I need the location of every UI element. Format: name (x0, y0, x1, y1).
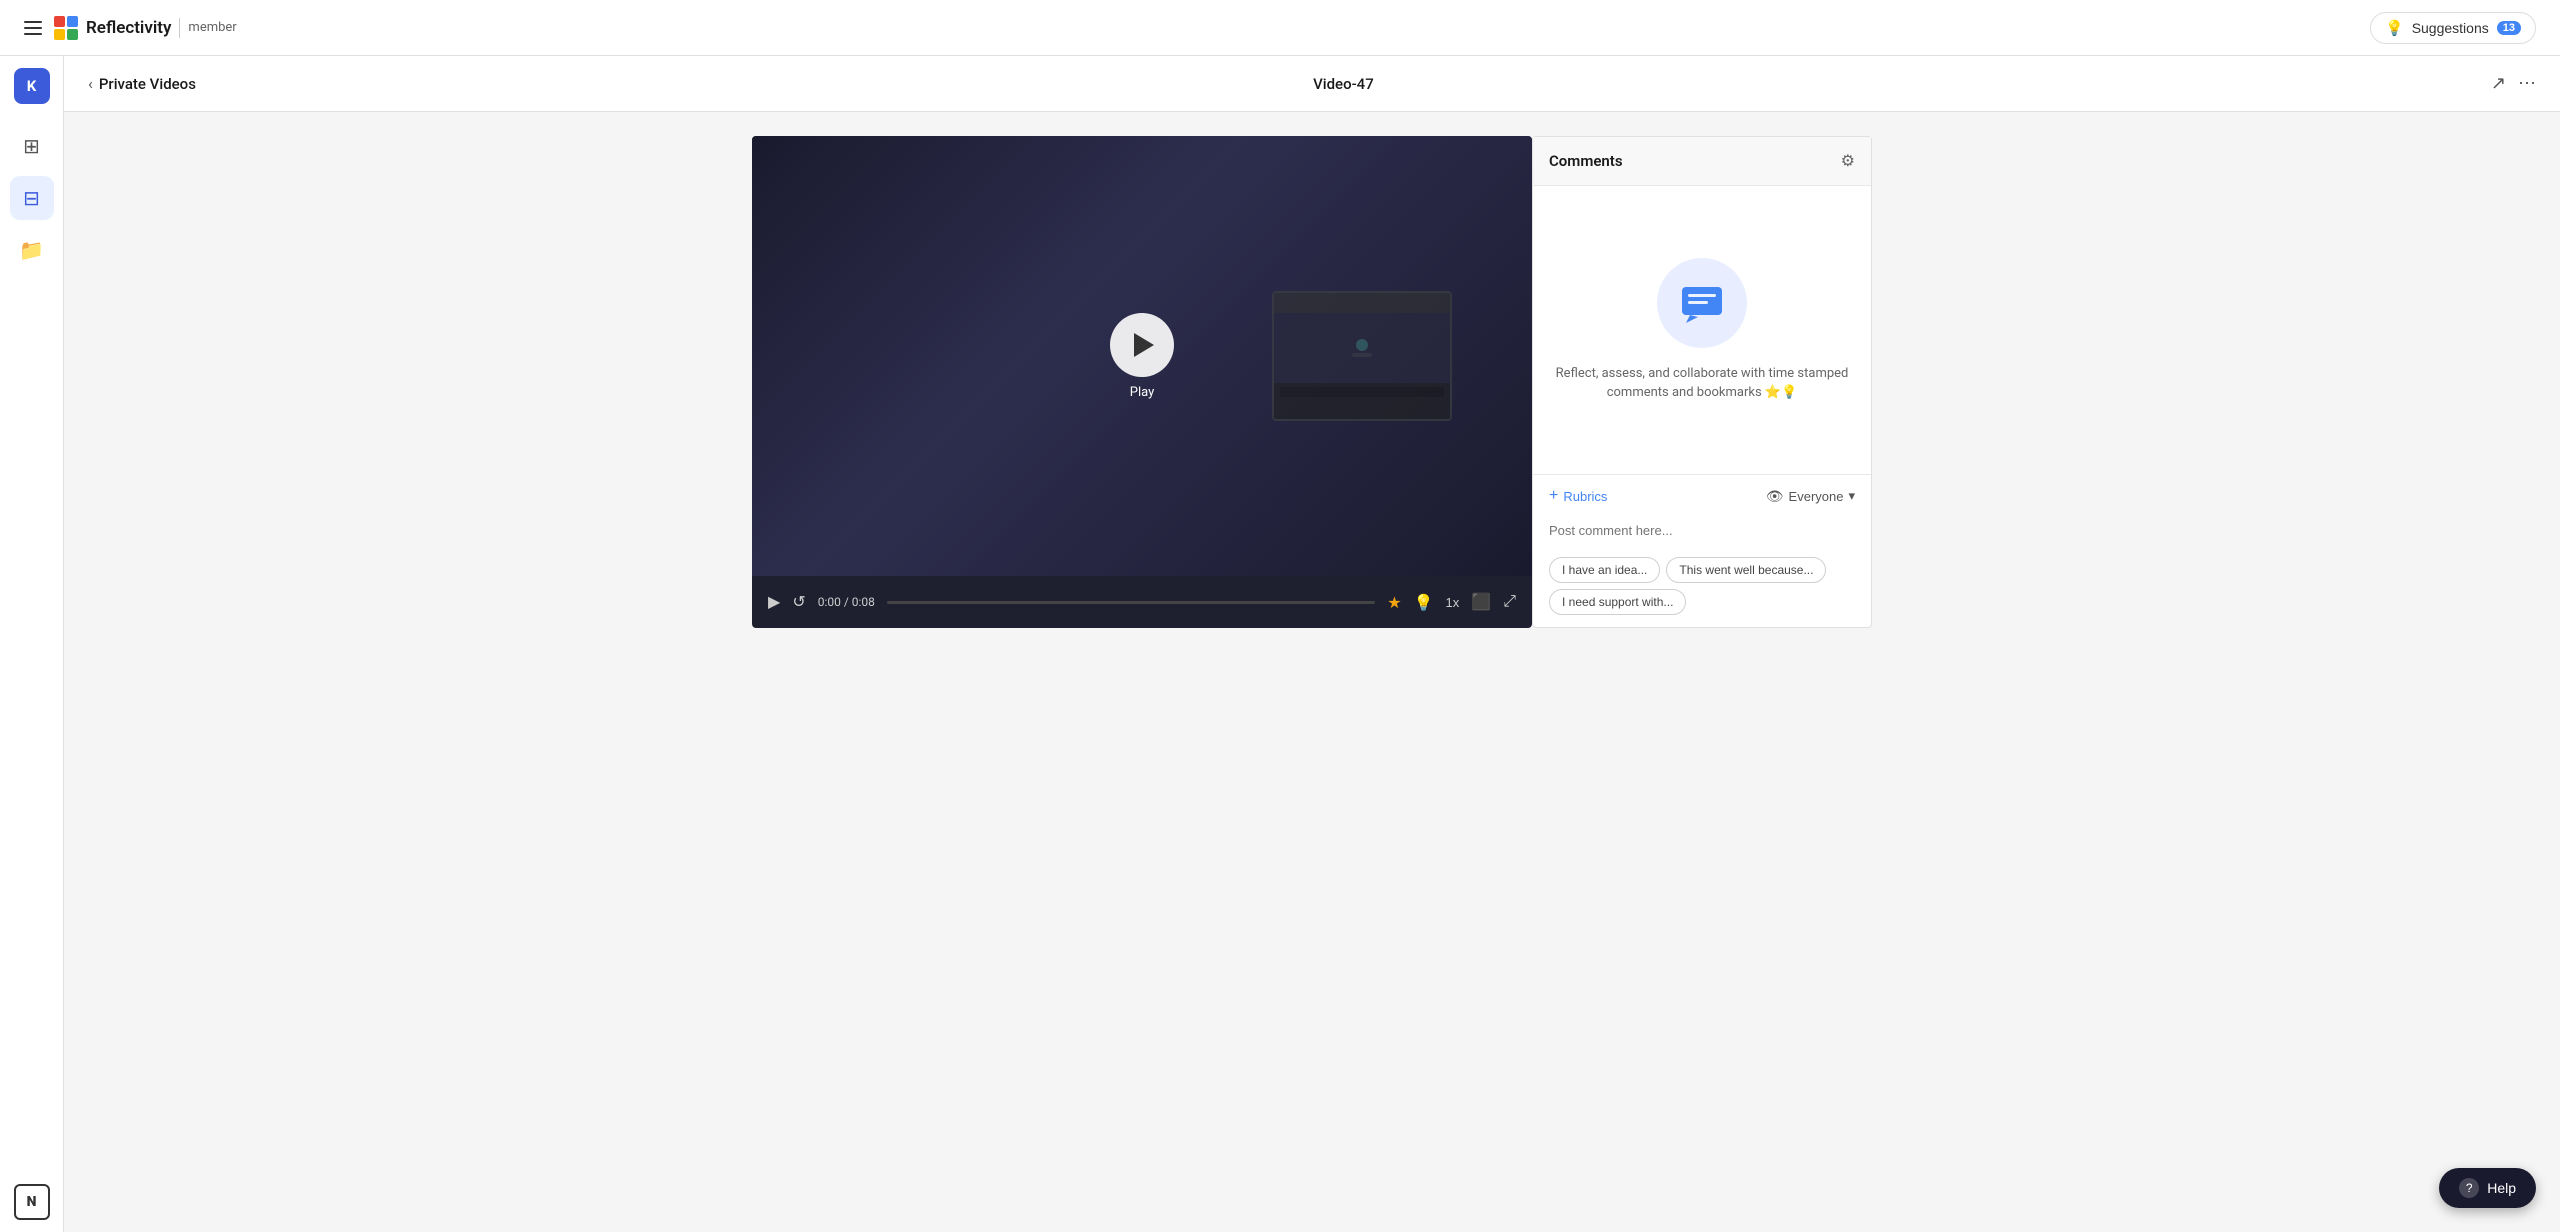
comments-body: Reflect, assess, and collaborate with ti… (1533, 186, 1871, 474)
rewind-button[interactable]: ↺ (792, 592, 805, 612)
logo-icon (54, 16, 78, 40)
sidebar-item-dashboard[interactable]: ⊞ (10, 124, 54, 168)
prompt-chips: I have an idea... This went well because… (1549, 557, 1855, 615)
eye-icon: 👁 (1766, 488, 1784, 505)
comment-bubble-icon (1678, 279, 1726, 327)
play-pause-icon: ▶ (768, 592, 780, 612)
comments-panel: Comments ⚙ Reflect, assess, an (1532, 136, 1872, 628)
user-avatar[interactable]: K (14, 68, 50, 104)
gear-icon: ⚙ (1841, 153, 1855, 170)
suggestions-label: Suggestions (2412, 20, 2489, 36)
sidebar-item-folder[interactable]: 📁 (10, 228, 54, 272)
play-overlay: Play (1110, 313, 1174, 400)
video-controls-bar: ▶ ↺ 0:00 / 0:08 ★ 💡 1x ⬛ (752, 576, 1532, 628)
share-button[interactable]: ↗ (2491, 73, 2506, 94)
rewind-icon: ↺ (792, 592, 805, 612)
fullscreen-button[interactable]: ⤢ (1503, 593, 1516, 611)
comment-input[interactable] (1549, 515, 1855, 547)
rubrics-button[interactable]: + Rubrics (1549, 487, 1607, 505)
share-icon: ↗ (2491, 73, 2506, 94)
layout-icon: ⬛ (1471, 594, 1491, 611)
audience-label: Everyone (1789, 489, 1844, 504)
more-options-button[interactable]: ⋯ (2518, 73, 2536, 94)
help-button[interactable]: ? Help (2439, 1168, 2536, 1208)
fullscreen-icon: ⤢ (1503, 593, 1516, 610)
main-layout: K ⊞ ⊟ 📁 N ‹ Private Videos Video-47 (0, 56, 2560, 1232)
rubrics-label: Rubrics (1563, 489, 1607, 504)
progress-bar[interactable] (887, 601, 1375, 604)
comments-description: Reflect, assess, and collaborate with ti… (1553, 364, 1851, 403)
hamburger-menu[interactable] (24, 21, 42, 35)
logo-text: Reflectivity (86, 18, 171, 38)
mini-screen-icon (1347, 333, 1377, 363)
sidebar: K ⊞ ⊟ 📁 N (0, 56, 64, 1232)
chevron-down-icon: ▾ (1848, 488, 1855, 504)
content-area: ‹ Private Videos Video-47 ↗ ⋯ (64, 56, 2560, 1232)
back-chevron-icon: ‹ (88, 74, 93, 93)
dashboard-icon: ⊞ (23, 134, 40, 158)
bulb-icon: 💡 (2385, 19, 2404, 37)
play-button[interactable] (1110, 313, 1174, 377)
logo-wrapper: Reflectivity member (54, 16, 237, 40)
video-title: Video-47 (1313, 75, 1374, 93)
suggestions-badge: 13 (2497, 21, 2521, 35)
sub-header: ‹ Private Videos Video-47 ↗ ⋯ (64, 56, 2560, 112)
sidebar-item-video-grid[interactable]: ⊟ (10, 176, 54, 220)
video-container: Play ▶ ↺ 0:00 / 0:08 ★ 💡 (752, 136, 1532, 628)
comments-header: Comments ⚙ (1533, 137, 1871, 186)
bookmark-star-button[interactable]: ★ (1387, 593, 1401, 612)
help-circle-icon: ? (2459, 1178, 2479, 1198)
folder-icon: 📁 (19, 238, 44, 262)
notion-icon[interactable]: N (14, 1184, 50, 1220)
suggestions-button[interactable]: 💡 Suggestions 13 (2370, 12, 2536, 44)
help-label: Help (2487, 1180, 2516, 1196)
audience-selector[interactable]: 👁 Everyone ▾ (1766, 488, 1855, 505)
layout-button[interactable]: ⬛ (1471, 592, 1491, 612)
topnav-right: 💡 Suggestions 13 (2370, 12, 2536, 44)
chip-went-well[interactable]: This went well because... (1666, 557, 1826, 583)
comment-input-area: + Rubrics 👁 Everyone ▾ I have an idea...… (1533, 474, 1871, 627)
comments-title: Comments (1549, 152, 1623, 170)
plus-icon: + (1549, 487, 1558, 505)
chip-idea[interactable]: I have an idea... (1549, 557, 1660, 583)
back-label: Private Videos (99, 75, 196, 93)
back-button[interactable]: ‹ Private Videos (88, 74, 196, 93)
video-mini-screen (1272, 291, 1452, 421)
speed-button[interactable]: 1x (1446, 595, 1460, 610)
rubrics-row: + Rubrics 👁 Everyone ▾ (1549, 487, 1855, 505)
play-triangle-icon (1134, 333, 1154, 357)
video-player: Play (752, 136, 1532, 576)
comments-settings-button[interactable]: ⚙ (1841, 151, 1855, 171)
comments-illustration (1657, 258, 1747, 348)
video-section: Play ▶ ↺ 0:00 / 0:08 ★ 💡 (64, 112, 2560, 1232)
play-pause-button[interactable]: ▶ (768, 592, 780, 612)
sub-header-right: ↗ ⋯ (2491, 73, 2536, 94)
more-icon: ⋯ (2518, 73, 2536, 94)
logo-role: member (188, 20, 236, 35)
video-grid-icon: ⊟ (23, 186, 40, 210)
sub-header-left: ‹ Private Videos (88, 74, 196, 93)
topnav-left: Reflectivity member (24, 16, 237, 40)
logo-divider (179, 18, 180, 38)
top-navigation: Reflectivity member 💡 Suggestions 13 (0, 0, 2560, 56)
time-display: 0:00 / 0:08 (818, 595, 875, 609)
chip-support[interactable]: I need support with... (1549, 589, 1686, 615)
play-label: Play (1130, 385, 1155, 400)
idea-bulb-button[interactable]: 💡 (1414, 593, 1434, 612)
sidebar-bottom: N (14, 1184, 50, 1220)
